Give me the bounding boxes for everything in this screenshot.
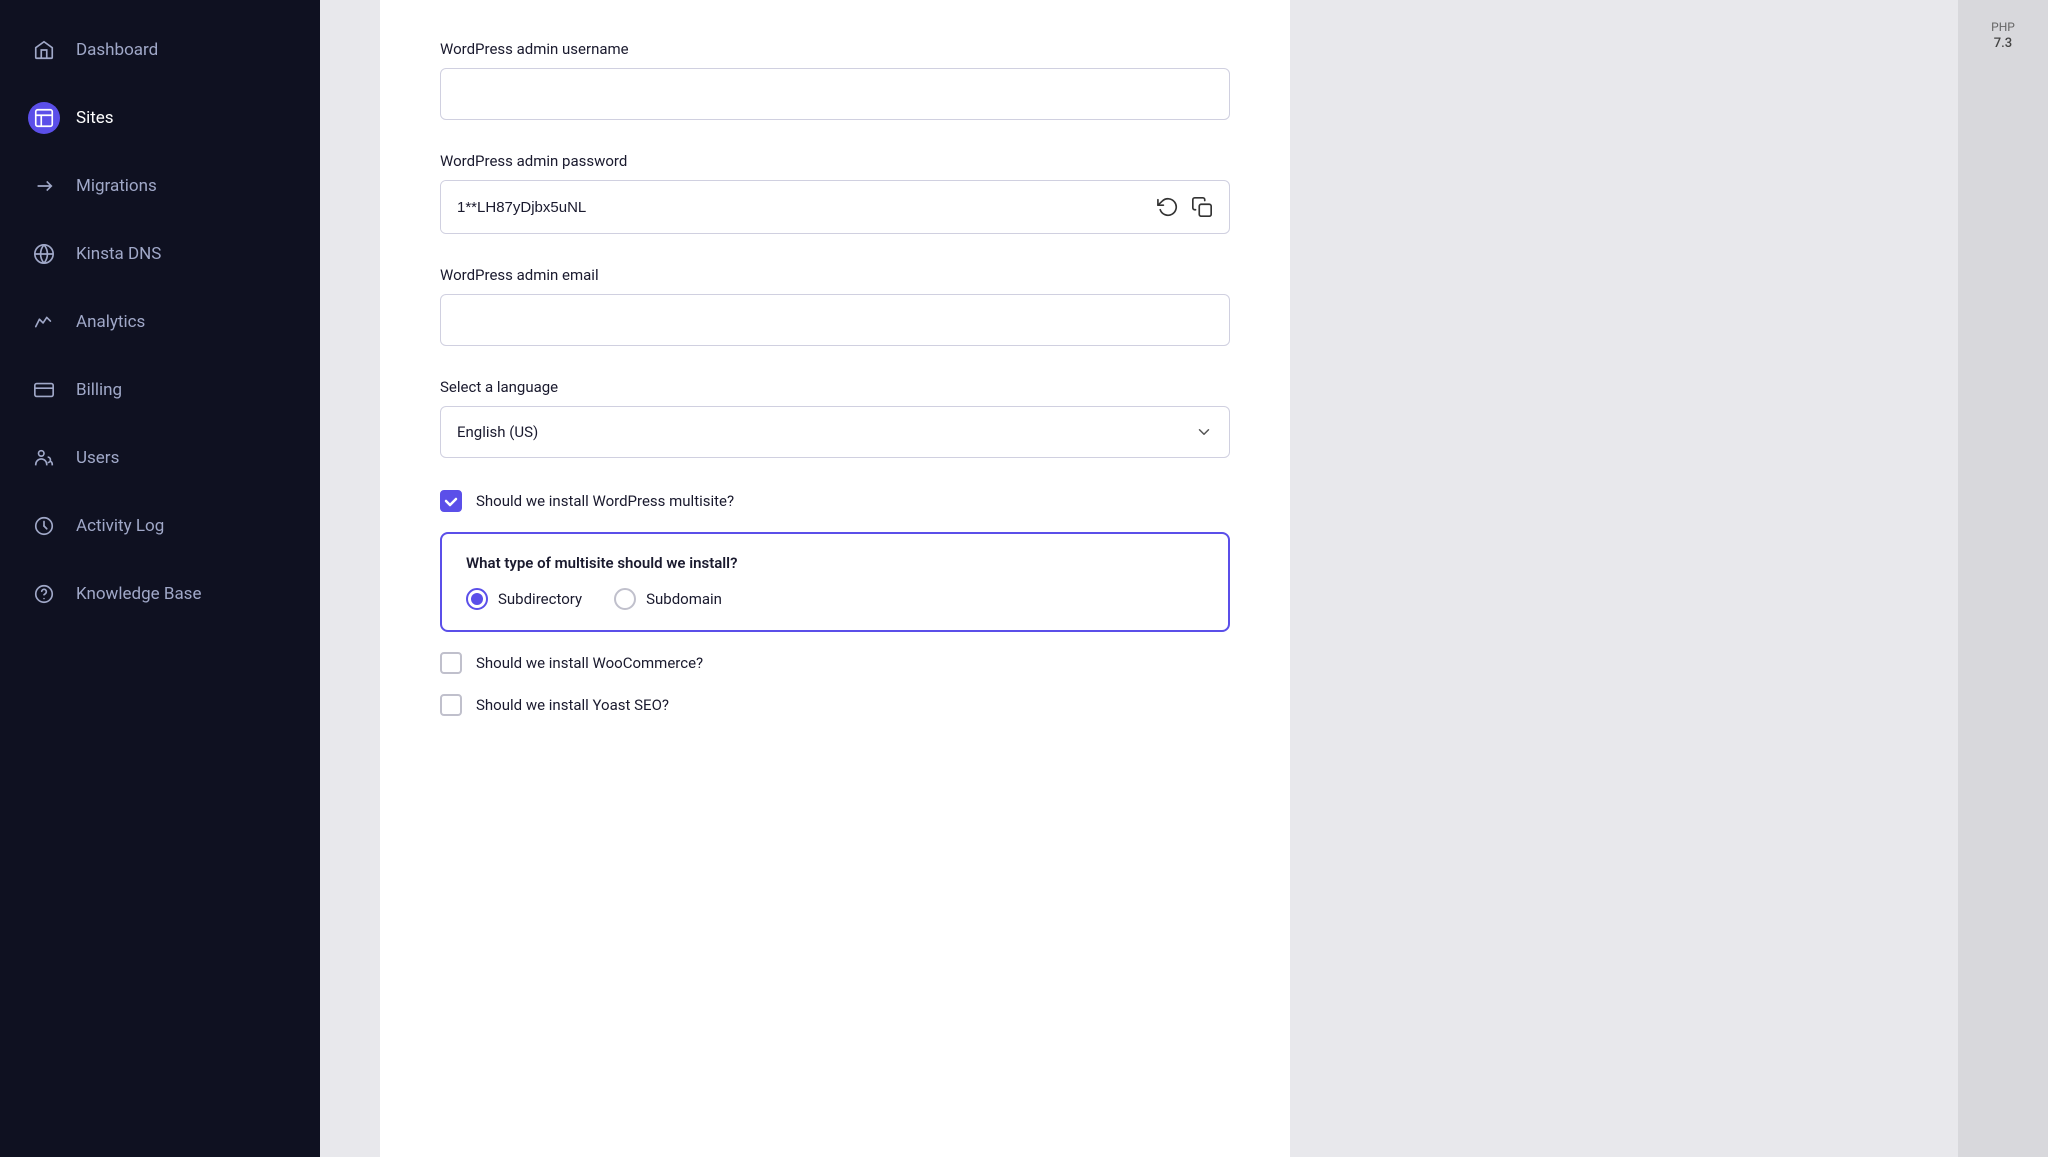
home-icon: [33, 39, 55, 61]
sidebar-item-billing[interactable]: Billing: [0, 356, 320, 424]
refresh-icon: [1157, 196, 1179, 218]
email-label: WordPress admin email: [440, 266, 1230, 284]
migrations-icon: [33, 175, 55, 197]
sidebar-item-knowledge-base[interactable]: Knowledge Base: [0, 560, 320, 628]
help-icon: [33, 583, 55, 605]
sidebar-item-activity-log[interactable]: Activity Log: [0, 492, 320, 560]
subdirectory-radio[interactable]: [466, 588, 488, 610]
woocommerce-checkbox[interactable]: [440, 652, 462, 674]
subdomain-label: Subdomain: [646, 590, 722, 608]
sidebar-item-kinsta-dns[interactable]: Kinsta DNS: [0, 220, 320, 288]
multisite-checkbox-label: Should we install WordPress multisite?: [476, 492, 734, 510]
billing-icon: [33, 379, 55, 401]
analytics-icon: [33, 311, 55, 333]
username-input[interactable]: [440, 68, 1230, 120]
php-version: 7.3: [1994, 36, 2012, 51]
sidebar-nav: Dashboard Sites Migrations: [0, 0, 320, 644]
sidebar: Dashboard Sites Migrations: [0, 0, 320, 1157]
username-label: WordPress admin username: [440, 40, 1230, 58]
sidebar-item-label: Migrations: [76, 176, 157, 196]
language-select-wrap: English (US): [440, 406, 1230, 458]
subdomain-option[interactable]: Subdomain: [614, 588, 722, 610]
language-group: Select a language English (US): [440, 378, 1230, 458]
activity-icon-wrap: [28, 510, 60, 542]
language-label: Select a language: [440, 378, 1230, 396]
password-actions: [1141, 192, 1229, 222]
checkmark-icon: [444, 494, 458, 508]
yoast-checkbox-label: Should we install Yoast SEO?: [476, 696, 669, 714]
sidebar-item-label: Dashboard: [76, 40, 158, 60]
sidebar-item-label: Users: [76, 448, 119, 468]
multisite-checkbox[interactable]: [440, 490, 462, 512]
sidebar-item-users[interactable]: Users: [0, 424, 320, 492]
billing-icon-wrap: [28, 374, 60, 406]
password-group: WordPress admin password: [440, 152, 1230, 234]
form-panel: WordPress admin username WordPress admin…: [380, 0, 1290, 1157]
woocommerce-checkbox-row[interactable]: Should we install WooCommerce?: [440, 652, 1230, 674]
copy-icon: [1191, 196, 1213, 218]
username-group: WordPress admin username: [440, 40, 1230, 120]
yoast-checkbox-row[interactable]: Should we install Yoast SEO?: [440, 694, 1230, 716]
language-select[interactable]: English (US): [440, 406, 1230, 458]
sidebar-item-label: Analytics: [76, 312, 145, 332]
chevron-down-icon: [1195, 423, 1213, 441]
subdomain-radio[interactable]: [614, 588, 636, 610]
right-panel: PHP 7.3: [1958, 0, 2048, 1157]
sidebar-item-migrations[interactable]: Migrations: [0, 152, 320, 220]
users-icon-wrap: [28, 442, 60, 474]
multisite-type-box: What type of multisite should we install…: [440, 532, 1230, 632]
home-icon-wrap: [28, 34, 60, 66]
multisite-type-title: What type of multisite should we install…: [466, 554, 1204, 572]
sidebar-item-label: Activity Log: [76, 516, 164, 536]
language-selected-value: English (US): [457, 423, 538, 441]
email-input[interactable]: [440, 294, 1230, 346]
sites-icon-wrap: [28, 102, 60, 134]
email-group: WordPress admin email: [440, 266, 1230, 346]
sidebar-item-label: Billing: [76, 380, 122, 400]
multisite-checkbox-row[interactable]: Should we install WordPress multisite?: [440, 490, 1230, 512]
regenerate-password-button[interactable]: [1153, 192, 1183, 222]
activity-icon: [33, 515, 55, 537]
sidebar-item-dashboard[interactable]: Dashboard: [0, 16, 320, 84]
help-icon-wrap: [28, 578, 60, 610]
yoast-checkbox[interactable]: [440, 694, 462, 716]
dns-icon-wrap: [28, 238, 60, 270]
php-label: PHP: [1991, 20, 2015, 34]
password-input[interactable]: [441, 181, 1141, 233]
sidebar-item-analytics[interactable]: Analytics: [0, 288, 320, 356]
sidebar-item-label: Sites: [76, 108, 114, 128]
sites-icon: [33, 107, 55, 129]
copy-password-button[interactable]: [1187, 192, 1217, 222]
users-icon: [33, 447, 55, 469]
password-field-wrap: [440, 180, 1230, 234]
dns-icon: [33, 243, 55, 265]
analytics-icon-wrap: [28, 306, 60, 338]
main-content: WordPress admin username WordPress admin…: [320, 0, 1958, 1157]
migrations-icon-wrap: [28, 170, 60, 202]
multisite-radio-group: Subdirectory Subdomain: [466, 588, 1204, 610]
password-label: WordPress admin password: [440, 152, 1230, 170]
woocommerce-checkbox-label: Should we install WooCommerce?: [476, 654, 703, 672]
subdirectory-option[interactable]: Subdirectory: [466, 588, 582, 610]
sidebar-item-sites[interactable]: Sites: [0, 84, 320, 152]
sidebar-item-label: Kinsta DNS: [76, 244, 161, 264]
sidebar-item-label: Knowledge Base: [76, 584, 201, 604]
subdirectory-label: Subdirectory: [498, 590, 582, 608]
